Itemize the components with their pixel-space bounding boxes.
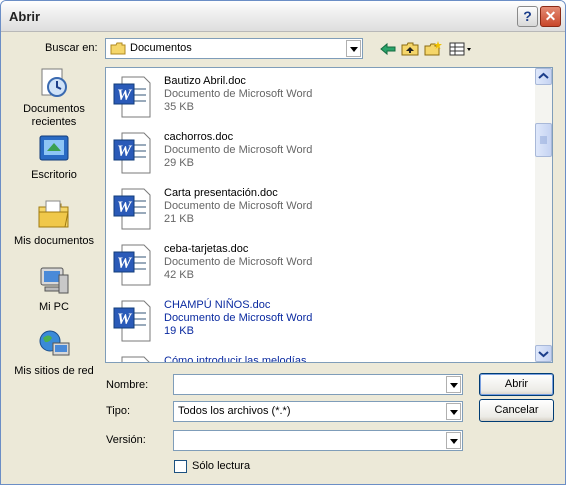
cancel-button[interactable]: Cancelar (479, 399, 554, 422)
word-document-icon: W (113, 300, 151, 342)
view-menu-icon[interactable] (449, 41, 473, 57)
grip-icon (540, 136, 547, 144)
file-size: 19 KB (164, 325, 194, 337)
file-name: cachorros.doc (164, 131, 234, 143)
chevron-up-icon (538, 72, 549, 79)
word-document-icon (121, 356, 150, 362)
place-network[interactable]: Mis sitios de red (9, 329, 99, 378)
scroll-up-button[interactable] (535, 68, 552, 85)
version-dropdown[interactable] (173, 430, 463, 451)
help-button[interactable]: ? (517, 6, 538, 27)
file-type: Documento de Microsoft Word (164, 312, 313, 324)
desktop-icon (39, 135, 69, 161)
lookin-dropdown[interactable]: Documentos (105, 38, 363, 59)
place-my-computer[interactable]: Mi PC (9, 265, 99, 314)
list-item[interactable]: W Bautizo Abril.doc Documento de Microso… (112, 72, 532, 122)
place-label: Escritorio (31, 169, 77, 181)
list-item[interactable]: W Carta presentación.doc Documento de Mi… (112, 184, 532, 234)
scroll-down-button[interactable] (535, 345, 552, 362)
my-computer-icon (40, 267, 69, 294)
type-label: Tipo: (106, 405, 131, 417)
file-name: Cómo introducir las melodías (164, 355, 307, 363)
file-size: 21 KB (164, 213, 194, 225)
word-document-icon: W (113, 244, 151, 286)
file-name: Carta presentación.doc (164, 187, 278, 199)
svg-text:W: W (117, 143, 133, 160)
chevron-down-icon[interactable] (346, 40, 361, 57)
new-folder-icon[interactable] (424, 41, 442, 57)
lookin-value: Documentos (130, 42, 192, 54)
place-label: recientes (31, 116, 77, 128)
word-document-icon: W (113, 188, 151, 230)
place-recent-documents[interactable]: Documentos recientes (9, 67, 99, 129)
svg-text:W: W (117, 87, 133, 104)
word-document-icon: W (113, 132, 151, 174)
file-size: 42 KB (164, 269, 194, 281)
svg-text:W: W (117, 311, 133, 328)
svg-text:W: W (117, 199, 133, 216)
scroll-thumb[interactable] (535, 123, 552, 157)
vertical-scrollbar[interactable] (535, 68, 552, 362)
my-documents-icon (38, 200, 69, 228)
name-label: Nombre: (106, 379, 149, 391)
place-label: Mi PC (39, 301, 69, 313)
file-list[interactable]: W Bautizo Abril.doc Documento de Microso… (105, 67, 553, 363)
type-value: Todos los archivos (*.*) (178, 405, 291, 417)
svg-text:W: W (117, 255, 133, 272)
file-type: Documento de Microsoft Word (164, 200, 313, 212)
file-type: Documento de Microsoft Word (164, 256, 313, 268)
recent-documents-icon (41, 68, 67, 97)
chevron-down-icon[interactable] (446, 432, 461, 449)
list-item[interactable]: W CHAMPÚ NIÑOS.doc Documento de Microsof… (112, 296, 532, 346)
file-name: CHAMPÚ NIÑOS.doc (164, 299, 271, 311)
file-type: Documento de Microsoft Word (164, 144, 313, 156)
name-field[interactable] (173, 374, 463, 395)
close-button[interactable]: ✕ (540, 6, 561, 27)
list-item[interactable]: W ceba-tarjetas.doc Documento de Microso… (112, 240, 532, 290)
readonly-checkbox[interactable] (174, 460, 187, 473)
word-document-icon: W (113, 76, 151, 118)
list-item[interactable]: Cómo introducir las melodías (112, 352, 532, 363)
list-item[interactable]: W cachorros.doc Documento de Microsoft W… (112, 128, 532, 178)
folder-icon (110, 42, 126, 55)
file-size: 35 KB (164, 101, 194, 113)
place-label: Documentos (23, 103, 85, 115)
title-bar: Abrir ? ✕ (1, 1, 565, 32)
up-folder-icon[interactable] (401, 41, 419, 57)
file-type: Documento de Microsoft Word (164, 88, 313, 100)
network-places-icon (39, 330, 70, 356)
place-label: Mis sitios de red (14, 365, 94, 377)
place-my-documents[interactable]: Mis documentos (9, 199, 99, 248)
file-name: Bautizo Abril.doc (164, 75, 246, 87)
place-desktop[interactable]: Escritorio (9, 133, 99, 182)
open-button[interactable]: Abrir (479, 373, 554, 396)
type-dropdown[interactable]: Todos los archivos (*.*) (173, 401, 463, 422)
chevron-down-icon[interactable] (446, 403, 461, 420)
lookin-label: Buscar en: (45, 42, 98, 54)
dialog-title: Abrir (9, 9, 41, 24)
place-label: Mis documentos (13, 235, 95, 247)
file-size: 29 KB (164, 157, 194, 169)
version-label: Versión: (106, 434, 146, 446)
file-name: ceba-tarjetas.doc (164, 243, 249, 255)
chevron-down-icon[interactable] (446, 376, 461, 393)
chevron-down-icon (538, 351, 549, 358)
readonly-label: Sólo lectura (192, 460, 251, 472)
open-dialog: Abrir ? ✕ Buscar en: Documentos Document… (0, 0, 566, 485)
back-arrow-icon[interactable] (379, 41, 397, 57)
